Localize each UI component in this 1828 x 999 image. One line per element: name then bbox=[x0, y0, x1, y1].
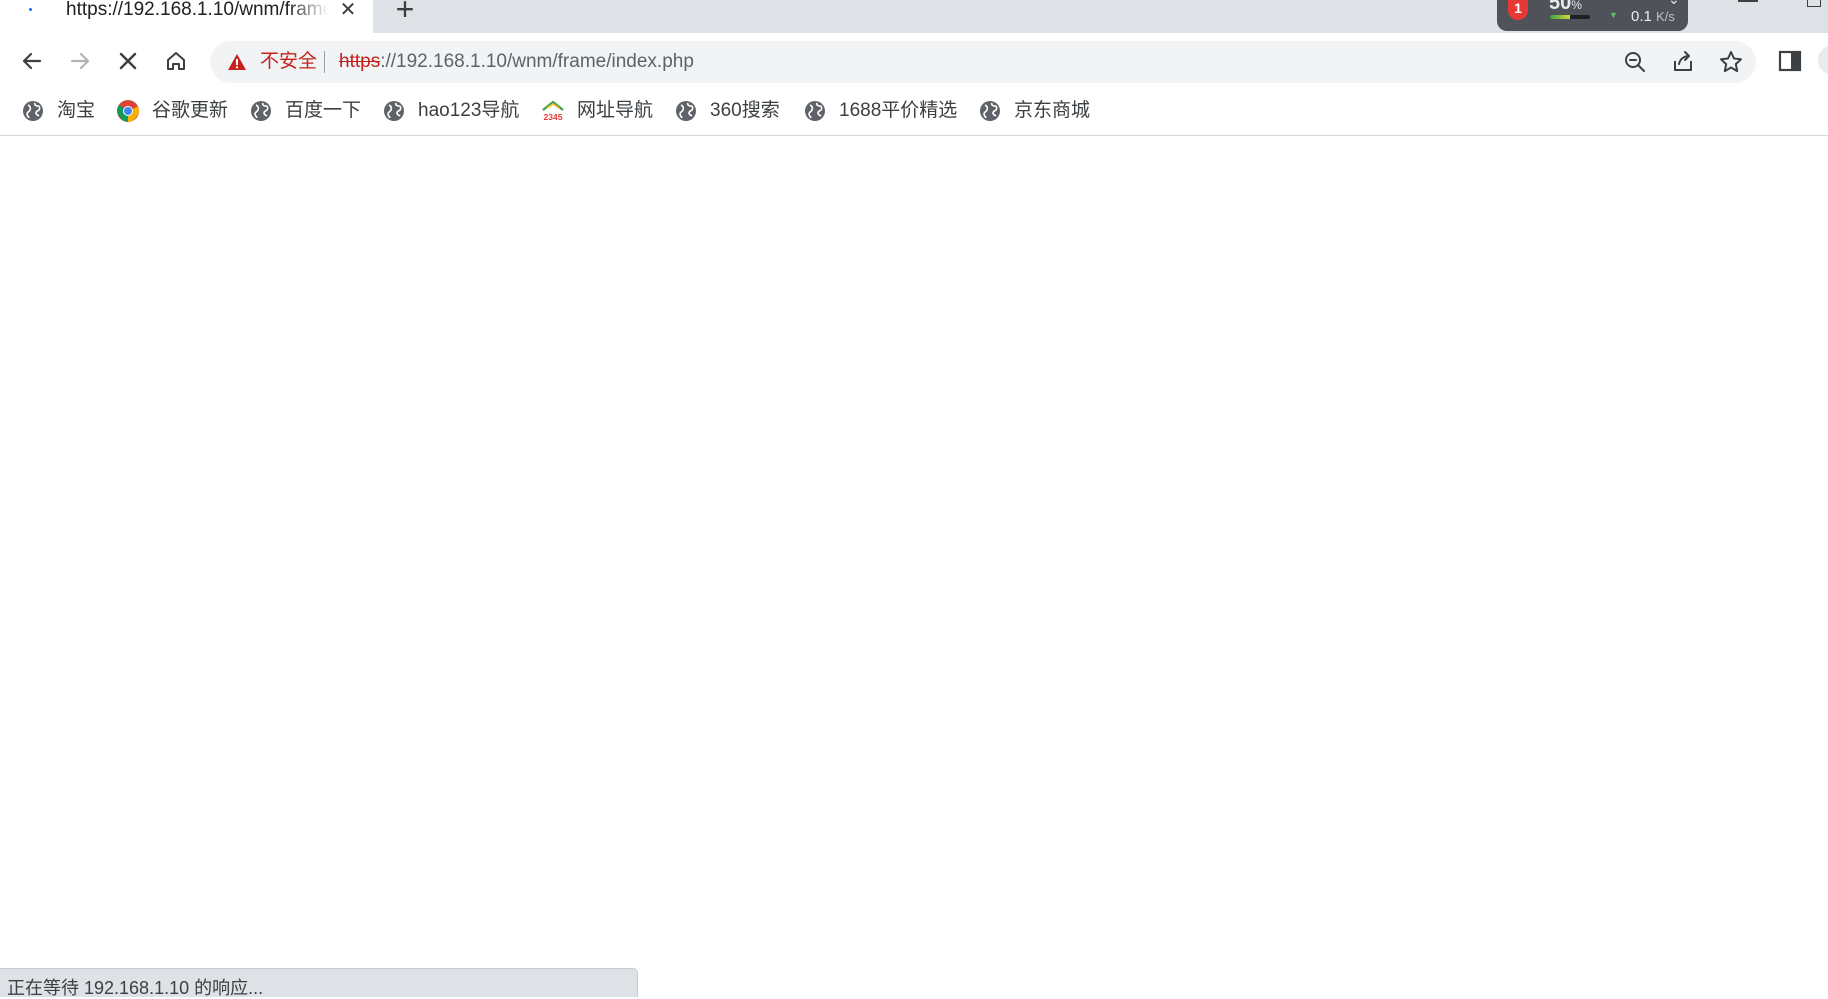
tab-title: https://192.168.1.10/wnm/frame/index.php bbox=[66, 0, 328, 20]
bookmark-label: 淘宝 bbox=[57, 100, 96, 121]
globe-icon bbox=[251, 101, 271, 121]
bookmark-label: hao123导航 bbox=[418, 100, 520, 121]
usage-bar bbox=[1550, 15, 1590, 19]
bookmark-label: 百度一下 bbox=[285, 100, 362, 121]
omnibox-divider bbox=[324, 51, 325, 73]
minimize-button[interactable] bbox=[1738, 0, 1758, 2]
address-bar[interactable]: 不安全 https://192.168.1.10/wnm/frame/index… bbox=[210, 41, 1756, 83]
home-button[interactable] bbox=[158, 43, 194, 79]
network-speed: 0.1 K/s bbox=[1631, 8, 1675, 25]
house-2345-icon: 2345 bbox=[542, 100, 564, 122]
active-tab[interactable]: https://192.168.1.10/wnm/frame/index.php… bbox=[0, 0, 373, 33]
bookmark-2345[interactable]: 2345 网址导航 bbox=[541, 96, 653, 126]
url-path: ://192.168.1.10/wnm/frame/index.php bbox=[380, 51, 694, 72]
bookmark-1688[interactable]: 1688平价精选 bbox=[803, 96, 957, 126]
stop-button[interactable] bbox=[110, 43, 146, 79]
new-tab-button[interactable]: + bbox=[390, 0, 420, 27]
plus-icon: + bbox=[395, 0, 415, 27]
chrome-icon bbox=[117, 100, 139, 122]
globe-icon bbox=[384, 101, 404, 121]
arrow-right-icon bbox=[70, 52, 90, 70]
maximize-button[interactable] bbox=[1807, 0, 1821, 7]
zoom-icon[interactable] bbox=[1622, 49, 1648, 75]
back-button[interactable] bbox=[14, 43, 50, 79]
bookmark-jd[interactable]: 京东商城 bbox=[978, 96, 1090, 126]
usage-percent: 50% bbox=[1549, 0, 1582, 14]
bookmark-label: 谷歌更新 bbox=[152, 100, 229, 121]
url-text[interactable]: https://192.168.1.10/wnm/frame/index.php bbox=[339, 51, 694, 73]
globe-icon bbox=[23, 101, 43, 121]
home-icon bbox=[167, 52, 185, 70]
bookmark-star-icon[interactable] bbox=[1718, 49, 1744, 75]
bookmark-label: 360搜索 bbox=[710, 100, 780, 121]
warning-icon[interactable] bbox=[227, 52, 247, 72]
url-scheme: https bbox=[339, 51, 381, 72]
arrow-left-icon bbox=[22, 52, 42, 70]
forward-button[interactable] bbox=[62, 43, 98, 79]
status-text: 正在等待 192.168.1.10 的响应... bbox=[7, 978, 264, 998]
profile-avatar[interactable] bbox=[1818, 46, 1828, 74]
usage-bar-fill bbox=[1550, 15, 1570, 19]
bookmarks-bar: 淘宝 谷歌更新 百度一下 hao123导航 2345 网址导航 360搜索 16… bbox=[0, 88, 1828, 136]
globe-icon bbox=[676, 101, 696, 121]
page-content bbox=[0, 136, 1828, 997]
bookmark-hao123[interactable]: hao123导航 bbox=[382, 96, 519, 126]
extension-badge: 1 bbox=[1508, 0, 1528, 20]
bookmark-taobao[interactable]: 淘宝 bbox=[21, 96, 95, 126]
loading-dot-icon bbox=[29, 8, 32, 11]
svg-text:2345: 2345 bbox=[544, 112, 563, 122]
globe-icon bbox=[805, 101, 825, 121]
share-icon[interactable] bbox=[1670, 49, 1696, 75]
stop-close-icon bbox=[119, 52, 137, 70]
tab-close-icon[interactable]: ✕ bbox=[336, 0, 360, 23]
status-bubble: 正在等待 192.168.1.10 的响应... bbox=[0, 968, 638, 998]
toolbar: 不安全 https://192.168.1.10/wnm/frame/index… bbox=[0, 33, 1828, 88]
bookmark-label: 1688平价精选 bbox=[839, 100, 958, 121]
download-arrow-icon: ▼ bbox=[1609, 10, 1618, 20]
bookmark-360-search[interactable]: 360搜索 bbox=[674, 96, 780, 126]
bookmark-baidu[interactable]: 百度一下 bbox=[249, 96, 361, 126]
bookmark-label: 网址导航 bbox=[577, 100, 654, 121]
bookmark-chrome-update[interactable]: 谷歌更新 bbox=[116, 96, 228, 126]
extension-monitor[interactable]: 1 50% ▼ 0.1 K/s ⌄ bbox=[1497, 0, 1688, 31]
globe-icon bbox=[980, 101, 1000, 121]
bookmark-label: 京东商城 bbox=[1014, 100, 1091, 121]
chevron-down-icon[interactable]: ⌄ bbox=[1668, 0, 1680, 8]
side-panel-icon[interactable] bbox=[1776, 47, 1804, 75]
tab-strip: https://192.168.1.10/wnm/frame/index.php… bbox=[0, 0, 1828, 33]
security-label[interactable]: 不安全 bbox=[260, 51, 317, 73]
